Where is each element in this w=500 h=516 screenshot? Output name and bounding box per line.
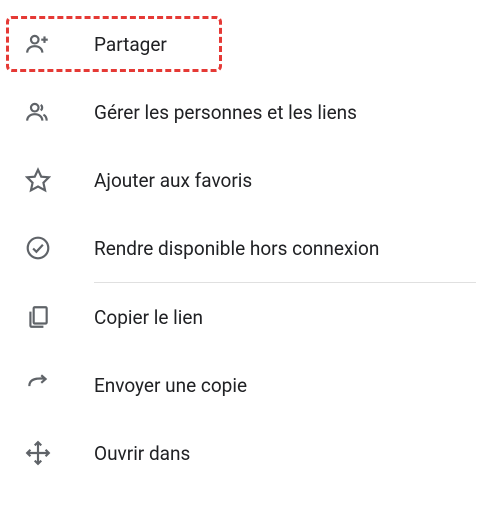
menu-item-offline[interactable]: Rendre disponible hors connexion (0, 214, 500, 282)
menu-item-label: Gérer les personnes et les liens (94, 101, 357, 124)
menu-item-share[interactable]: Partager (0, 10, 500, 78)
menu-item-label: Copier le lien (94, 306, 203, 329)
menu-item-open-in[interactable]: Ouvrir dans (0, 419, 500, 487)
menu-item-copy-link[interactable]: Copier le lien (0, 283, 500, 351)
copy-icon (24, 303, 52, 331)
menu-item-label: Ajouter aux favoris (94, 169, 252, 192)
context-menu: Partager Gérer les personnes et les lien… (0, 0, 500, 497)
menu-item-add-favorites[interactable]: Ajouter aux favoris (0, 146, 500, 214)
menu-item-label: Rendre disponible hors connexion (94, 237, 379, 260)
menu-item-label: Partager (94, 33, 167, 56)
move-arrows-icon (24, 439, 52, 467)
star-icon (24, 166, 52, 194)
people-icon (24, 98, 52, 126)
menu-item-manage-people[interactable]: Gérer les personnes et les liens (0, 78, 500, 146)
send-arrow-icon (24, 371, 52, 399)
offline-check-icon (24, 234, 52, 262)
person-add-icon (24, 30, 52, 58)
menu-item-label: Ouvrir dans (94, 442, 190, 465)
menu-item-label: Envoyer une copie (94, 374, 247, 397)
menu-item-send-copy[interactable]: Envoyer une copie (0, 351, 500, 419)
